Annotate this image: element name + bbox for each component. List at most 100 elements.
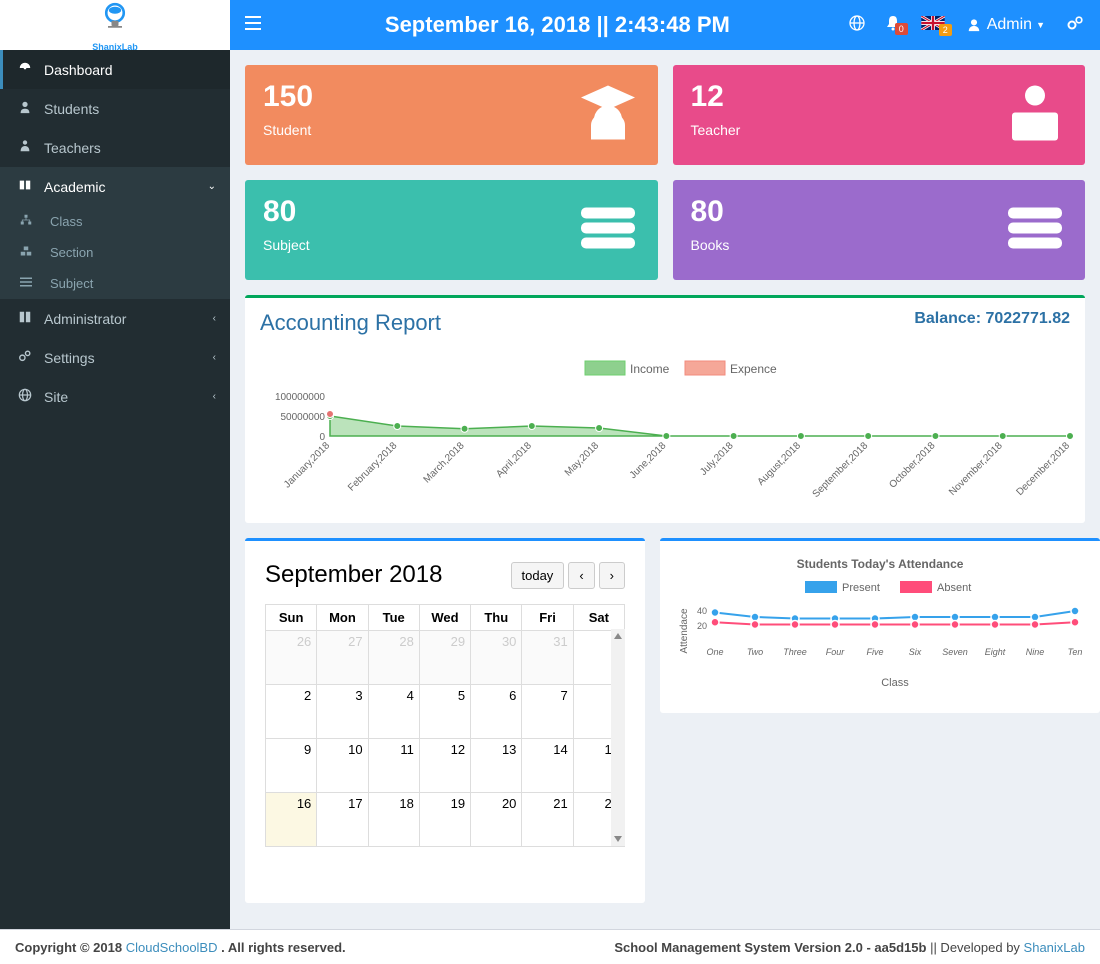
svg-text:Students Today's Attendance: Students Today's Attendance: [797, 557, 964, 571]
notification-badge: 0: [895, 23, 908, 35]
calendar-cell[interactable]: 16: [266, 793, 317, 847]
accounting-panel: Accounting Report Balance: 7022771.82 In…: [245, 295, 1085, 523]
footer-dev-link[interactable]: ShanixLab: [1024, 940, 1085, 955]
next-month-button[interactable]: ›: [599, 562, 625, 589]
calendar-cell[interactable]: 12: [419, 739, 470, 793]
user-label: Admin: [987, 16, 1032, 34]
sidebar-item-dashboard[interactable]: Dashboard: [0, 50, 230, 89]
svg-text:October,2018: October,2018: [887, 440, 938, 491]
chevron-left-icon: ‹: [213, 352, 216, 363]
teacher-icon: [14, 139, 36, 156]
svg-text:Present: Present: [842, 582, 880, 594]
svg-text:April,2018: April,2018: [494, 440, 534, 480]
globe-icon[interactable]: [839, 15, 875, 36]
svg-text:July,2018: July,2018: [698, 440, 736, 478]
calendar-day-header: Fri: [522, 605, 573, 631]
calendar-cell[interactable]: 19: [419, 793, 470, 847]
footer-rights: . All rights reserved.: [221, 940, 346, 955]
calendar-cell[interactable]: 17: [317, 793, 368, 847]
menu-toggle-icon[interactable]: [230, 16, 276, 35]
calendar-cell[interactable]: 27: [317, 631, 368, 685]
attendance-chart: Students Today's AttendancePresentAbsent…: [675, 556, 1085, 706]
calendar-cell[interactable]: 21: [522, 793, 573, 847]
sidebar-item-label: Settings: [44, 350, 95, 366]
sidebar-item-label: Academic: [44, 179, 105, 195]
sidebar-item-label: Site: [44, 389, 68, 405]
svg-text:November,2018: November,2018: [947, 440, 1005, 498]
teacher-icon: [1000, 78, 1070, 153]
svg-text:Eight: Eight: [985, 647, 1006, 657]
calendar-cell[interactable]: 31: [522, 631, 573, 685]
logo[interactable]: ShanixLab: [0, 0, 230, 50]
svg-text:Four: Four: [826, 647, 846, 657]
chevron-left-icon: ‹: [213, 313, 216, 324]
gears-icon: [14, 349, 36, 366]
bell-icon[interactable]: 0: [875, 15, 911, 36]
stat-card-student[interactable]: 150 Student: [245, 65, 658, 165]
svg-text:Nine: Nine: [1026, 647, 1045, 657]
calendar-cell[interactable]: 26: [266, 631, 317, 685]
sidebar-subitem-subject[interactable]: Subject: [0, 268, 230, 299]
footer-brand-link[interactable]: CloudSchoolBD: [126, 940, 221, 955]
sidebar-item-students[interactable]: Students: [0, 89, 230, 128]
svg-text:September,2018: September,2018: [811, 440, 871, 500]
bars-icon: [20, 276, 42, 291]
calendar-cell[interactable]: 30: [471, 631, 522, 685]
calendar-cell[interactable]: 14: [522, 739, 573, 793]
calendar-cell[interactable]: 5: [419, 685, 470, 739]
calendar-day-header: Wed: [419, 605, 470, 631]
stat-card-subject[interactable]: 80 Subject: [245, 180, 658, 280]
sidebar-item-academic[interactable]: Academic ⌄: [0, 167, 230, 206]
sidebar-item-site[interactable]: Site ‹: [0, 377, 230, 416]
calendar-title: September 2018: [265, 561, 507, 589]
books-icon: [573, 198, 643, 263]
calendar-cell[interactable]: 29: [419, 631, 470, 685]
calendar-cell[interactable]: 18: [368, 793, 419, 847]
calendar-cell[interactable]: 10: [317, 739, 368, 793]
svg-text:50000000: 50000000: [281, 412, 326, 423]
footer: Copyright © 2018 CloudSchoolBD . All rig…: [0, 929, 1100, 964]
svg-text:40: 40: [697, 606, 707, 616]
sidebar-subitem-label: Class: [50, 214, 83, 229]
flag-icon[interactable]: 2: [911, 16, 955, 35]
sidebar-subitem-class[interactable]: Class: [0, 206, 230, 237]
stat-card-teacher[interactable]: 12 Teacher: [673, 65, 1086, 165]
calendar-cell[interactable]: 4: [368, 685, 419, 739]
calendar-cell[interactable]: 9: [266, 739, 317, 793]
calendar-cell[interactable]: 3: [317, 685, 368, 739]
scrollbar[interactable]: [611, 629, 625, 846]
sidebar-item-label: Students: [44, 101, 99, 117]
calendar-cell[interactable]: 20: [471, 793, 522, 847]
svg-text:Three: Three: [783, 647, 807, 657]
svg-text:May,2018: May,2018: [563, 440, 602, 479]
sidebar-item-administrator[interactable]: Administrator ‹: [0, 299, 230, 338]
stat-card-books[interactable]: 80 Books: [673, 180, 1086, 280]
svg-text:One: One: [706, 647, 723, 657]
calendar-cell[interactable]: 28: [368, 631, 419, 685]
svg-text:Ten: Ten: [1068, 647, 1083, 657]
user-menu[interactable]: Admin ▼: [955, 16, 1057, 34]
chevron-left-icon: ‹: [213, 391, 216, 402]
calendar-cell[interactable]: 11: [368, 739, 419, 793]
cubes-icon: [20, 245, 42, 260]
calendar-day-header: Thu: [471, 605, 522, 631]
calendar-cell[interactable]: 6: [471, 685, 522, 739]
svg-text:Five: Five: [866, 647, 883, 657]
calendar-cell[interactable]: 13: [471, 739, 522, 793]
sidebar-item-label: Administrator: [44, 311, 126, 327]
today-button[interactable]: today: [511, 562, 565, 589]
globe-icon: [14, 388, 36, 405]
calendar-panel: September 2018 today ‹ › SunMonTueWedThu…: [245, 538, 645, 903]
sidebar-subitem-section[interactable]: Section: [0, 237, 230, 268]
gears-icon[interactable]: [1057, 15, 1100, 36]
sidebar-item-teachers[interactable]: Teachers: [0, 128, 230, 167]
student-icon: [14, 100, 36, 117]
calendar-cell[interactable]: 7: [522, 685, 573, 739]
svg-text:June,2018: June,2018: [628, 440, 669, 481]
calendar-cell[interactable]: 2: [266, 685, 317, 739]
admin-icon: [14, 310, 36, 327]
prev-month-button[interactable]: ‹: [568, 562, 594, 589]
sidebar-item-settings[interactable]: Settings ‹: [0, 338, 230, 377]
sidebar-subitem-label: Section: [50, 245, 93, 260]
sidebar-item-label: Dashboard: [44, 62, 113, 78]
